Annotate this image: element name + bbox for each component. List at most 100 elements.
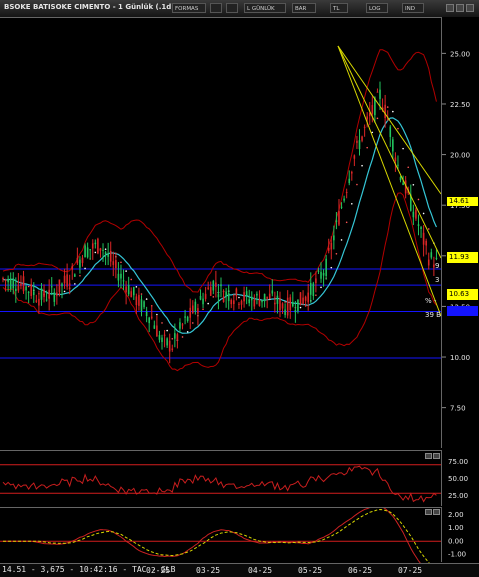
window-title: BSOKE BATISOKE CIMENTO - 1 Günlük (.1d) <box>4 3 175 11</box>
bollinger-upper <box>2 49 437 293</box>
candle-body <box>366 116 368 120</box>
sar-dot <box>417 198 420 201</box>
sar-dot <box>340 239 343 241</box>
candle-body <box>297 299 299 312</box>
price-tick-label: 20.00 <box>450 152 470 160</box>
fib-label-1: 9 <box>435 262 440 270</box>
candle-body <box>345 192 348 194</box>
macd-pane[interactable] <box>0 505 441 573</box>
candle-body <box>171 348 174 350</box>
toolbar-ind[interactable]: IND <box>402 3 424 13</box>
toolbar-item-b[interactable] <box>210 3 222 13</box>
macd-chart <box>0 505 441 573</box>
sar-dot <box>345 221 348 224</box>
toolbar-item-formas[interactable]: FORMAS <box>172 3 206 13</box>
candle-body <box>153 325 156 329</box>
candle-body <box>117 273 120 281</box>
candle-body <box>348 178 351 184</box>
sar-dot <box>371 131 374 134</box>
trend-line-3 <box>337 45 442 195</box>
candle-body <box>2 277 4 280</box>
sar-dot <box>299 306 302 309</box>
rsi-pane-button-2[interactable] <box>433 453 440 459</box>
candle-body <box>176 334 179 340</box>
toolbar-item-c[interactable] <box>226 3 238 13</box>
candle-body <box>217 294 220 298</box>
sar-dot <box>166 329 168 332</box>
close-button[interactable] <box>466 4 474 12</box>
candle-body <box>320 271 322 279</box>
candle-body <box>248 299 251 304</box>
candle-body <box>22 276 25 292</box>
candle-body <box>189 307 192 318</box>
sar-dot <box>135 286 138 288</box>
candle-body <box>243 292 245 302</box>
sar-dot <box>186 331 189 333</box>
candle-body <box>371 105 374 114</box>
candle-body <box>340 206 343 208</box>
candle-body <box>191 305 194 314</box>
candle-body <box>220 284 222 287</box>
price-axis: 25.0022.5020.0017.5015.0012.5010.007.50 <box>441 17 479 448</box>
rsi-line <box>2 465 437 503</box>
candle-body <box>322 273 325 276</box>
candle-body <box>125 286 127 293</box>
sar-dot <box>376 117 379 120</box>
candle-body <box>330 242 333 250</box>
candle-body <box>81 257 84 264</box>
status-bar: 14.51 - 3,675 - 10:42:16 - TAC - GLB 02-… <box>0 563 479 577</box>
candle-body <box>238 303 240 305</box>
toolbar-interval[interactable]: L GÜNLÜK <box>244 3 286 13</box>
candle-body <box>343 198 345 201</box>
candle-body <box>397 164 399 166</box>
candle-body <box>127 285 130 295</box>
candle-body <box>227 292 230 302</box>
sar-dot <box>386 106 389 108</box>
toolbar-tl[interactable]: TL <box>330 3 348 13</box>
candle-body <box>30 284 33 296</box>
sar-dot <box>412 184 415 186</box>
toolbar-bar[interactable]: BAR <box>292 3 316 13</box>
candle-body <box>45 299 48 301</box>
rsi-pane-button-1[interactable] <box>425 453 432 459</box>
sar-dot <box>320 286 322 289</box>
candle-body <box>430 252 433 258</box>
candle-body <box>7 278 9 283</box>
candle-body <box>186 316 189 321</box>
candle-body <box>258 299 261 306</box>
candle-body <box>299 292 302 306</box>
macd-pane-button-1[interactable] <box>425 509 432 515</box>
candle-body <box>361 136 363 141</box>
candle-body <box>312 283 315 297</box>
candle-body <box>394 157 397 161</box>
candle-body <box>38 298 40 306</box>
title-bar: BSOKE BATISOKE CIMENTO - 1 Günlük (.1d) … <box>0 0 479 18</box>
macd-pane-button-2[interactable] <box>433 509 440 515</box>
candle-body <box>422 232 425 245</box>
x-label-03-25: 03-25 <box>196 566 221 575</box>
candle-body <box>63 275 66 284</box>
sar-dot <box>79 274 81 277</box>
candle-body <box>158 335 161 340</box>
candle-body <box>97 238 99 254</box>
minimize-button[interactable] <box>446 4 454 12</box>
maximize-button[interactable] <box>456 4 464 12</box>
sar-dot <box>407 166 410 169</box>
candle-body <box>279 298 281 311</box>
candle-body <box>53 292 56 302</box>
candle-body <box>145 311 148 317</box>
candle-body <box>204 293 207 299</box>
price-tag-1063: 10.63 <box>447 289 478 300</box>
candle-body <box>225 291 227 297</box>
candle-body <box>32 291 35 296</box>
sar-dot <box>191 322 194 324</box>
candle-body <box>194 301 197 312</box>
candle-body <box>102 249 104 251</box>
candle-body <box>286 297 289 316</box>
rsi-pane[interactable] <box>0 450 441 507</box>
fib-label-2: 3 <box>435 276 440 284</box>
toolbar-log[interactable]: LOG <box>366 3 388 13</box>
price-pane[interactable] <box>0 17 442 449</box>
candle-body <box>307 292 309 303</box>
candle-body <box>245 291 248 296</box>
